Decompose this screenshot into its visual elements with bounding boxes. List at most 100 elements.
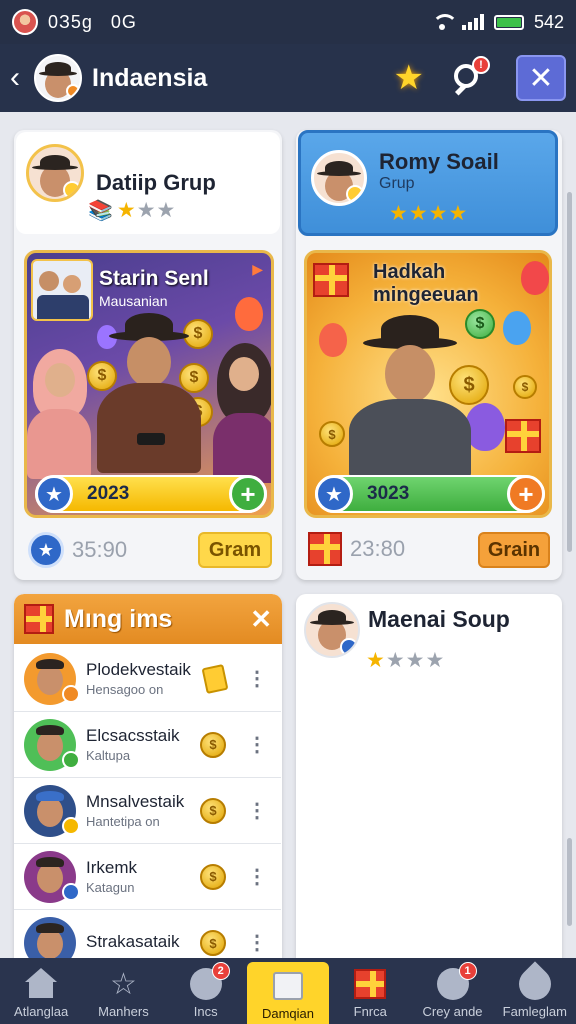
scrollbar-bottom[interactable] — [567, 838, 572, 926]
person-illustration — [213, 343, 271, 483]
promo-progress-bar: ★ 2023 + — [35, 475, 267, 513]
status-badge — [62, 685, 80, 703]
list-item[interactable]: Elcsacsstaik Kaltupa $ ⋮ — [14, 712, 281, 778]
list-item-name: Elcsacsstaik — [86, 726, 180, 745]
gift-icon — [352, 966, 388, 1002]
nav-label: Manhers — [98, 1004, 149, 1019]
more-options-icon[interactable]: ⋮ — [247, 867, 267, 887]
coin-icon: $ — [200, 731, 226, 758]
bottom-nav: Atlanglaa ☆ Manhers 2 Incs Damqian Fnrca… — [0, 958, 576, 1024]
play-icon: ▶ — [252, 261, 263, 277]
nav-item-fnrca[interactable]: Fnrca — [329, 958, 411, 1024]
favorite-star-icon[interactable]: ★ — [394, 58, 424, 98]
group-rating: ★★★★ — [389, 202, 469, 225]
group-card-romy[interactable]: Romy Soail Grup ★★★★ — [298, 130, 558, 236]
badge-star-icon: ★ — [28, 532, 64, 568]
nav-item-atlanglaa[interactable]: Atlanglaa — [0, 958, 82, 1024]
nav-item-incs[interactable]: 2 Incs — [165, 958, 247, 1024]
more-options-icon[interactable]: ⋮ — [247, 735, 267, 755]
nav-item-damqian[interactable]: Damqian — [246, 962, 330, 1024]
nav-item-famleglam[interactable]: Famleglam — [494, 958, 576, 1024]
nav-badge: 2 — [211, 962, 230, 980]
group-avatar — [311, 150, 367, 206]
nav-label: Incs — [193, 1004, 218, 1019]
nav-item-manhers[interactable]: ☆ Manhers — [82, 958, 164, 1024]
nav-label: Famleglam — [502, 1004, 567, 1019]
list-item[interactable]: Mnsalvestaik Hantetipa on $ ⋮ — [14, 778, 281, 844]
battery-icon — [493, 14, 524, 30]
gift-icon — [313, 263, 349, 297]
promo-subtitle: Mausanian — [99, 293, 168, 309]
gift-icon — [308, 532, 342, 566]
group-card-datiip[interactable]: Datiip Grup 📚 ★★★ — [16, 132, 280, 234]
progress-value: 2023 — [87, 483, 130, 504]
home-icon — [23, 966, 59, 1002]
list-item-subtitle: Hantetipa on — [86, 814, 160, 829]
status-bar: 0З5g 0G 542 — [0, 0, 576, 44]
status-badge — [62, 817, 80, 835]
gift-icon — [24, 604, 54, 634]
nav-label: Damqian — [261, 1006, 314, 1021]
group-name: Romy Soail — [379, 149, 499, 174]
more-options-icon[interactable]: ⋮ — [247, 933, 267, 953]
ming-list-header: Mıng ims ✕ — [14, 594, 282, 644]
nav-item-crey-ande[interactable]: 1 Crey ande — [411, 958, 493, 1024]
group-avatar — [26, 144, 84, 202]
nav-label: Crey ande — [422, 1004, 483, 1019]
close-icon: ✕ — [528, 61, 554, 95]
gold-bar-icon — [201, 663, 229, 694]
leaf-icon — [512, 961, 558, 1007]
person-illustration — [89, 313, 209, 483]
close-button[interactable]: ✕ — [516, 55, 566, 101]
soup-card[interactable]: Maenai Soup ★★★★ — [296, 594, 562, 958]
coin-icon: $ — [513, 375, 537, 399]
coin-icon: $ — [200, 863, 226, 890]
coin-icon: $ — [200, 797, 226, 824]
add-button[interactable]: + — [507, 475, 545, 513]
page-title: Indaensia — [92, 63, 208, 92]
status-time: 542 — [533, 11, 564, 32]
group-subtitle: Grup — [379, 175, 415, 192]
scrollbar-top[interactable] — [567, 192, 572, 552]
list-item[interactable]: Plodekvestaik Hensagoo on ⋮ — [14, 646, 281, 712]
header-avatar[interactable] — [34, 54, 82, 102]
progress-value: 3023 — [367, 483, 410, 504]
list-item-name: Plodekvestaik — [86, 660, 191, 679]
person-illustration — [27, 349, 97, 479]
promo-stat-right: 23:80 — [308, 532, 405, 566]
grain-button[interactable]: Grain — [478, 532, 550, 568]
list-item-name: Strakasataik — [86, 932, 180, 951]
promo-card-starin[interactable]: Starin Senl Mausanian ▶ $ $ $ $ ★ — [24, 250, 274, 518]
status-badge — [62, 883, 80, 901]
back-arrow-icon[interactable]: ‹ — [10, 63, 32, 93]
app-header: ‹ Indaensia ★ ! ✕ — [0, 44, 576, 112]
more-options-icon[interactable]: ⋮ — [247, 669, 267, 689]
avatar — [304, 602, 360, 658]
promo-stat-left: ★ 35:90 — [28, 532, 127, 568]
search-notification-badge: ! — [472, 56, 490, 74]
add-button[interactable]: + — [229, 475, 267, 513]
list-item[interactable]: Strakasataik $ ⋮ — [14, 910, 281, 958]
signal-icon — [461, 14, 484, 30]
balloon-icon — [503, 311, 531, 345]
wifi-icon — [431, 14, 458, 30]
list-item-subtitle: Kaltupa — [86, 748, 131, 763]
ming-list-panel: Mıng ims ✕ Plodekvestaik Hensagoo on ⋮ E… — [14, 594, 282, 958]
stat-value: 23:80 — [350, 536, 406, 561]
dots-icon: 1 — [435, 962, 477, 1002]
smile-icon: 2 — [188, 962, 230, 1002]
more-options-icon[interactable]: ⋮ — [247, 801, 267, 821]
books-icon: 📚 — [88, 200, 113, 222]
gram-button[interactable]: Gram — [198, 532, 272, 568]
list-item[interactable]: Irkemk Katagun $ ⋮ — [14, 844, 281, 910]
badge-star-icon: ★ — [35, 475, 73, 513]
nav-label: Atlanglaa — [14, 1004, 69, 1019]
promo-card-hadkah[interactable]: Hadkah mingeeuan $ $ $ $ $ ★ 3023 + — [304, 250, 552, 518]
gift-icon — [505, 419, 541, 453]
soup-card-name: Maenai Soup — [368, 606, 510, 632]
ming-list-title: Mıng ims — [64, 604, 173, 633]
status-avatar — [12, 9, 38, 35]
list-item-name: Mnsalvestaik — [86, 792, 185, 811]
search-button[interactable]: ! — [452, 56, 490, 96]
close-icon[interactable]: ✕ — [250, 604, 272, 635]
